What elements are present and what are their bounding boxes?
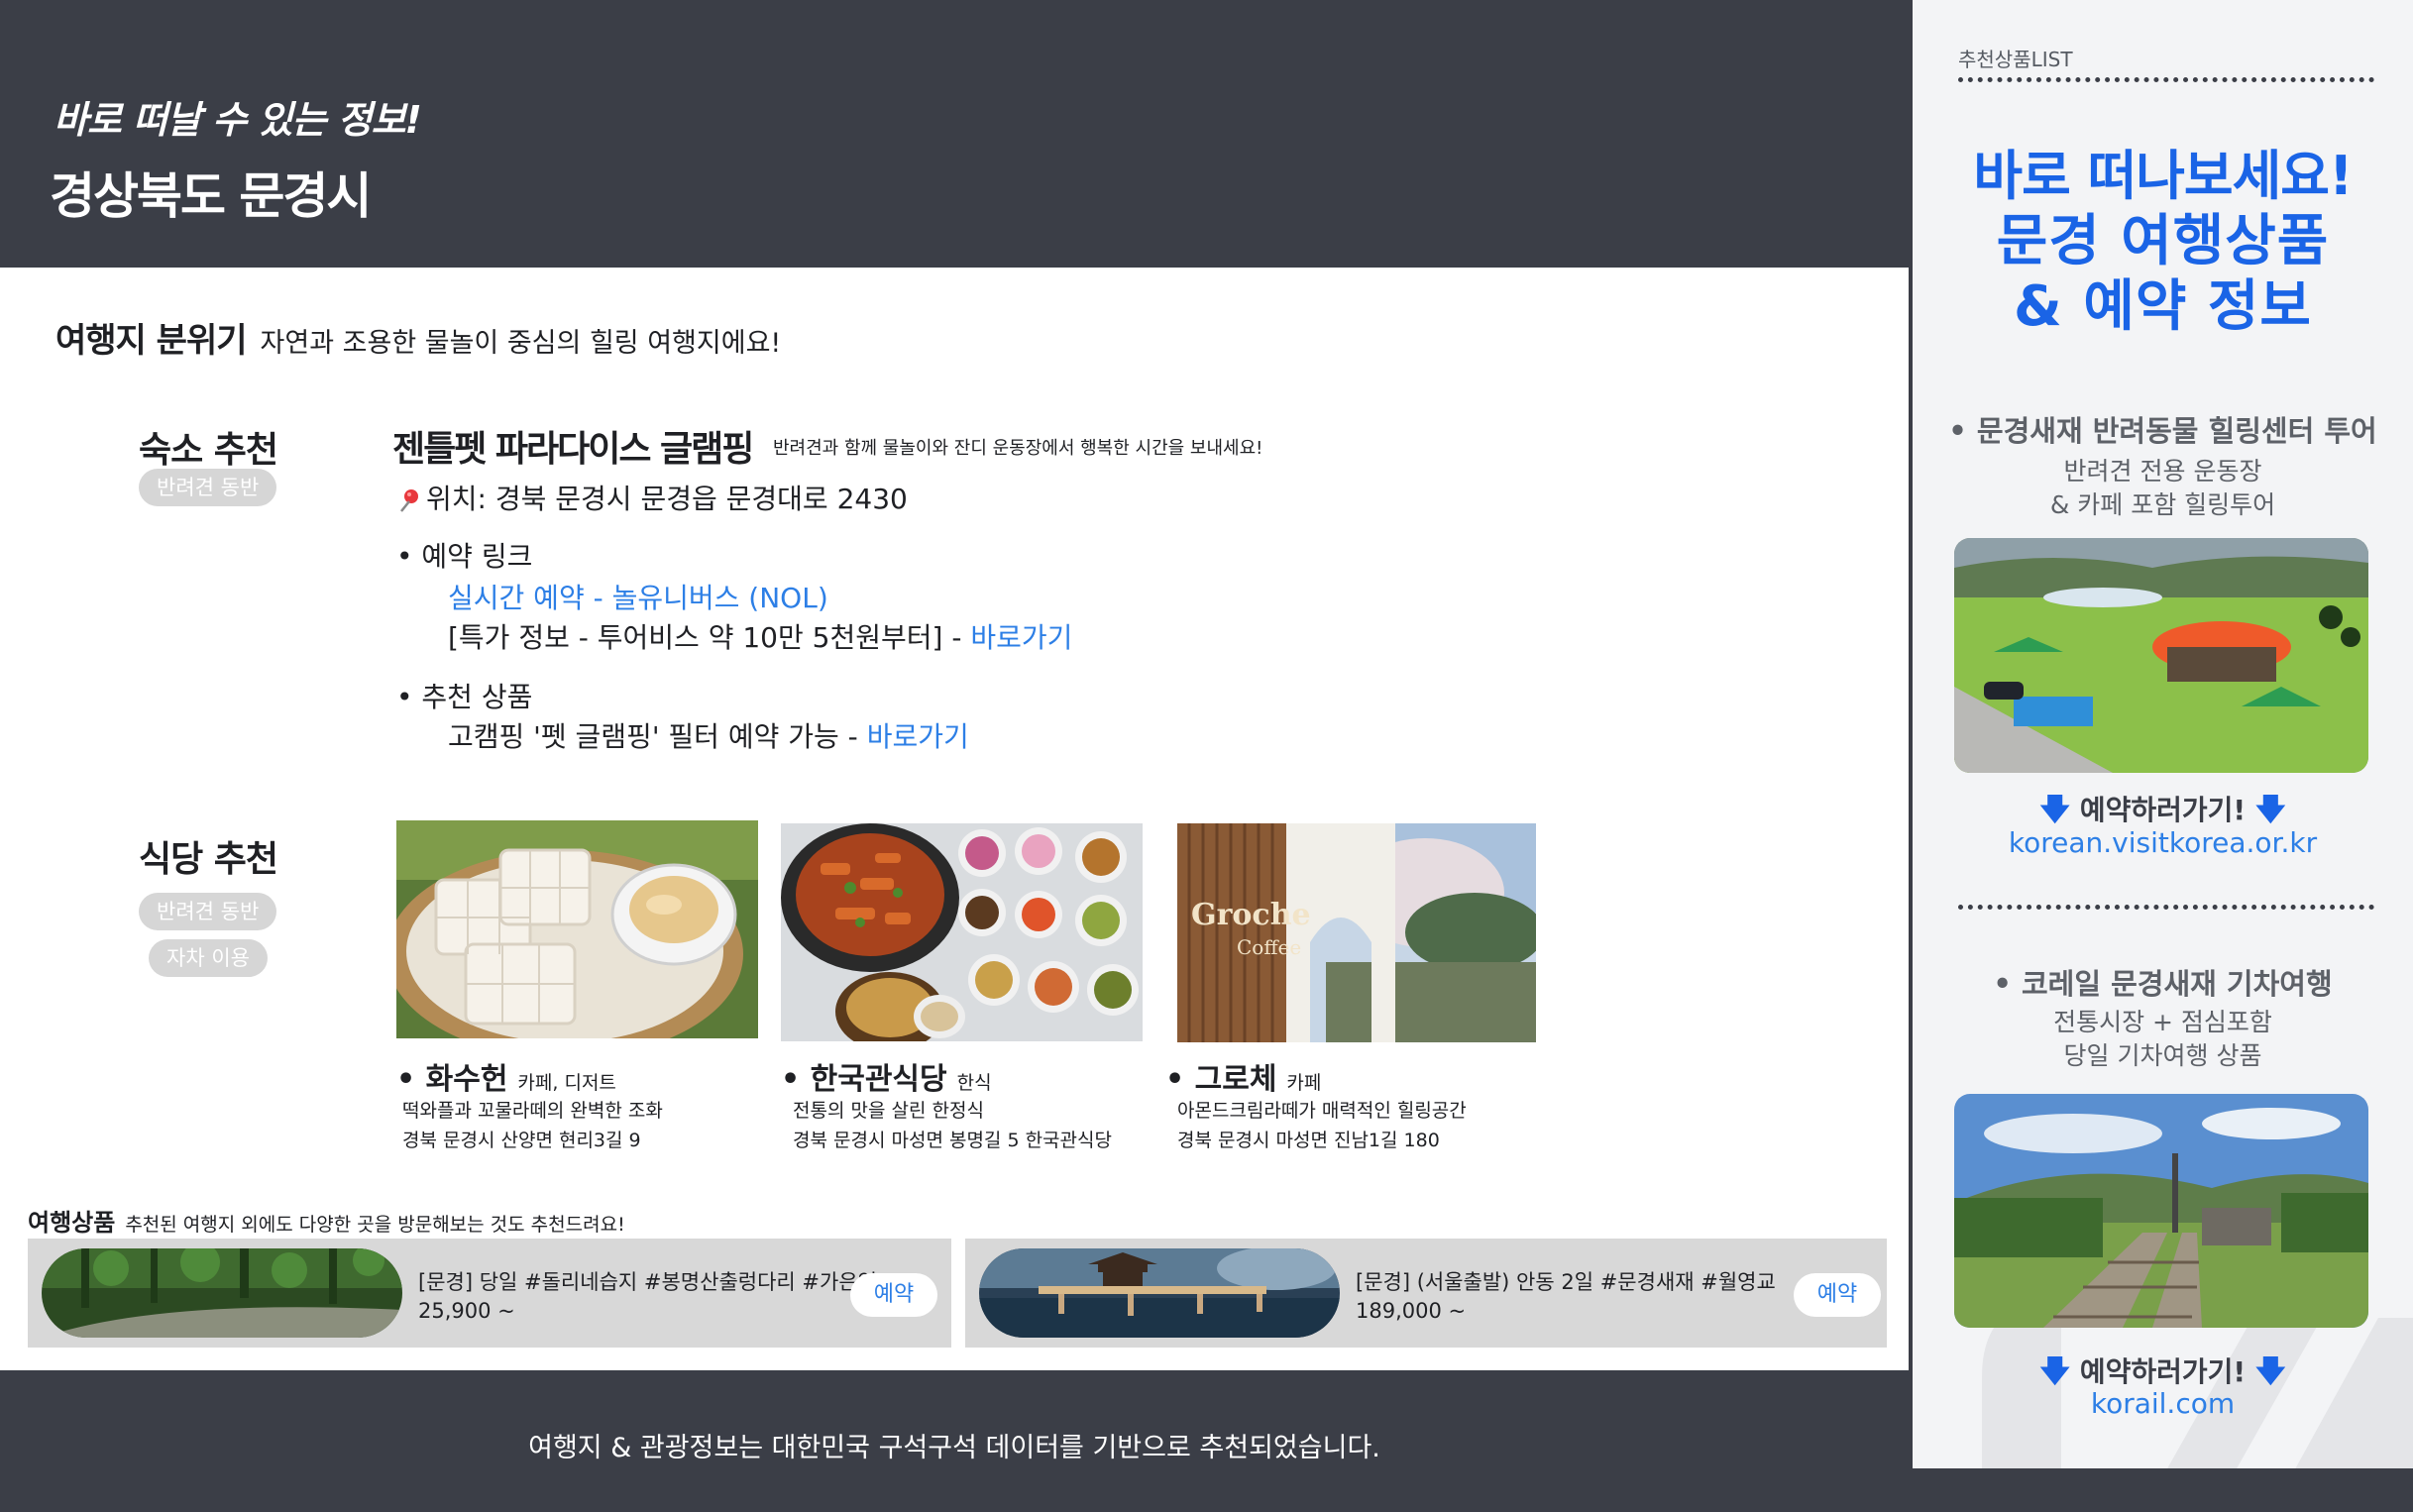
restaurant-desc-2: 전통의 맛을 살린 한정식	[793, 1100, 984, 1122]
header-subtitle: 바로 떠날 수 있는 정보!	[54, 98, 422, 142]
stay-tag-pet: 반려견 동반	[139, 469, 277, 506]
product-title-1: [문경] 당일 #돌리네습지 #봉명산출렁다리 #가은역	[418, 1270, 877, 1294]
restaurant-tag-pet: 반려견 동반	[139, 893, 277, 930]
stay-name: 젠틀펫 파라다이스 글램핑	[392, 429, 754, 470]
restaurant-desc-3: 아몬드크림라떼가 매력적인 힐링공간	[1177, 1100, 1467, 1122]
special-offer-link[interactable]: 바로가기	[970, 621, 1072, 654]
restaurant-address-3: 경북 문경시 마성면 진남1길 180	[1177, 1130, 1440, 1151]
sidebar: 추천상품LIST 바로 떠나보세요! 문경 여행상품 & 예약 정보 • 문경새…	[1913, 0, 2413, 1512]
sidebar-bottom-bar	[1913, 1468, 2413, 1512]
restaurant-name-text-2: • 한국관식당	[781, 1062, 947, 1097]
product-thumb-2	[979, 1248, 1340, 1338]
arrow-down-icon: 🡇	[2254, 793, 2286, 827]
sidebar-item-title-1: • 문경새재 반려동물 힐링센터 투어	[1948, 414, 2377, 448]
page-header: 바로 떠날 수 있는 정보! 경상북도 문경시	[0, 0, 1909, 268]
sidebar-dotted-divider-1	[1958, 77, 2374, 82]
stay-description: 반려견과 함께 물놀이와 잔디 운동장에서 행복한 시간을 보내세요!	[773, 438, 1263, 459]
pin-icon	[400, 489, 418, 512]
recommended-product-header: • 추천 상품	[396, 681, 533, 713]
product-card-1[interactable]: [문경] 당일 #돌리네습지 #봉명산출렁다리 #가은역 25,900 ~ 예약	[28, 1239, 951, 1348]
sidebar-item-title-2: • 코레일 문경새재 기차여행	[1993, 967, 2333, 1001]
groche-sign: Groche	[1191, 898, 1311, 932]
arrow-down-icon: 🡇	[2039, 1354, 2071, 1389]
page-title: 경상북도 문경시	[50, 167, 372, 225]
sidebar-book-label-2: 예약하러가기!	[2079, 1355, 2247, 1388]
sidebar-book-label-1: 예약하러가기!	[2079, 794, 2247, 826]
reserve-button-1[interactable]: 예약	[850, 1273, 937, 1317]
sidebar-item-desc-1a: 반려견 전용 운동장	[2063, 457, 2262, 486]
hankukgwan-photo	[781, 823, 1143, 1041]
sidebar-hero-line1: 바로 떠나보세요!	[1973, 145, 2353, 207]
restaurant-name-3: • 그로체 카페	[1165, 1054, 1321, 1098]
booking-link-header: • 예약 링크	[396, 540, 533, 573]
restaurant-section-title: 식당 추천	[139, 839, 278, 880]
product-title-2: [문경] (서울출발) 안동 2일 #문경새재 #월영교	[1356, 1270, 1776, 1294]
stay-location-text: 위치: 경북 문경시 문경읍 문경대로 2430	[426, 483, 908, 515]
mood-line: 여행지 분위기 자연과 조용한 물놀이 중심의 힐링 여행지에요!	[55, 313, 781, 362]
sidebar-list-label: 추천상품LIST	[1958, 48, 2073, 71]
main-content: 바로 떠날 수 있는 정보! 경상북도 문경시 여행지 분위기 자연과 조용한 물…	[0, 0, 1909, 1512]
restaurant-desc-1: 떡와플과 꼬물라떼의 완벽한 조화	[402, 1100, 663, 1122]
sidebar-item-desc-1b: & 카페 포함 힐링투어	[2049, 490, 2276, 519]
product-thumb-1	[42, 1248, 402, 1338]
product-price-2: 189,000 ~	[1356, 1299, 1467, 1323]
restaurant-category-2: 한식	[956, 1072, 992, 1094]
sidebar-url-1[interactable]: korean.visitkorea.or.kr	[1913, 826, 2413, 859]
product-price-1: 25,900 ~	[418, 1299, 515, 1323]
restaurant-name-text-3: • 그로체	[1165, 1062, 1277, 1097]
restaurant-name-text-1: • 화수헌	[396, 1062, 508, 1097]
sidebar-url-2[interactable]: korail.com	[1913, 1387, 2413, 1420]
products-desc: 추천된 여행지 외에도 다양한 곳을 방문해보는 것도 추천드려요!	[125, 1214, 625, 1236]
sidebar-hero: 바로 떠나보세요! 문경 여행상품 & 예약 정보	[1913, 144, 2413, 340]
booking-link-nol[interactable]: 실시간 예약 - 놀유니버스 (NOL)	[448, 577, 828, 616]
product-text-2: [문경] (서울출발) 안동 2일 #문경새재 #월영교 189,000 ~	[1356, 1268, 1776, 1326]
sidebar-photo-pet-center	[1954, 538, 2368, 773]
arrow-down-icon: 🡇	[2254, 1354, 2286, 1389]
restaurant-name-1: • 화수헌 카페, 디저트	[396, 1054, 616, 1098]
products-header: 여행상품 추천된 여행지 외에도 다양한 곳을 방문해보는 것도 추천드려요!	[28, 1203, 625, 1238]
sidebar-photo-train	[1954, 1094, 2368, 1328]
sidebar-hero-line2: 문경 여행상품	[1996, 209, 2330, 273]
hwasuheon-photo	[396, 820, 758, 1038]
restaurant-address-1: 경북 문경시 산양면 현리3길 9	[402, 1130, 641, 1151]
special-offer-text: [특가 정보 - 투어비스 약 10만 5천원부터] -	[448, 621, 971, 654]
restaurant-name-2: • 한국관식당 한식	[781, 1054, 992, 1098]
stay-section-title: 숙소 추천	[139, 430, 278, 471]
groche-sign-sub: Coffee	[1237, 935, 1301, 959]
page-footer: 여행지 & 관광정보는 대한민국 구석구석 데이터를 기반으로 추천되었습니다.	[0, 1370, 1909, 1512]
sidebar-item-desc-2a: 전통시장 + 점심포함	[2053, 1008, 2272, 1036]
recommended-product-text: 고캠핑 '펫 글램핑' 필터 예약 가능 -	[448, 720, 867, 753]
sidebar-hero-line3: & 예약 정보	[2014, 274, 2312, 339]
restaurant-category-3: 카페	[1286, 1072, 1322, 1094]
recommended-product-link[interactable]: 바로가기	[867, 720, 969, 753]
restaurant-tag-car: 자차 이용	[149, 939, 268, 977]
special-offer-line: [특가 정보 - 투어비스 약 10만 5천원부터] - 바로가기	[448, 616, 1072, 656]
sidebar-dotted-divider-2	[1958, 905, 2374, 910]
restaurant-category-1: 카페, 디저트	[517, 1072, 616, 1094]
products-label: 여행상품	[28, 1209, 116, 1237]
mood-label: 여행지 분위기	[55, 321, 248, 361]
reserve-button-2[interactable]: 예약	[1794, 1273, 1881, 1317]
footer-text: 여행지 & 관광정보는 대한민국 구석구석 데이터를 기반으로 추천되었습니다.	[528, 1433, 1380, 1463]
product-card-2[interactable]: [문경] (서울출발) 안동 2일 #문경새재 #월영교 189,000 ~ 예…	[965, 1239, 1887, 1348]
restaurant-address-2: 경북 문경시 마성면 봉명길 5 한국관식당	[793, 1130, 1112, 1151]
arrow-down-icon: 🡇	[2039, 793, 2071, 827]
sidebar-item-desc-2b: 당일 기차여행 상품	[2063, 1041, 2262, 1070]
stay-location: 위치: 경북 문경시 문경읍 문경대로 2430	[396, 478, 908, 517]
recommended-product-line: 고캠핑 '펫 글램핑' 필터 예약 가능 - 바로가기	[448, 715, 969, 755]
groche-photo: Groche Coffee	[1177, 823, 1536, 1042]
product-text-1: [문경] 당일 #돌리네습지 #봉명산출렁다리 #가은역 25,900 ~	[418, 1268, 877, 1326]
mood-text: 자연과 조용한 물놀이 중심의 힐링 여행지에요!	[260, 328, 782, 359]
